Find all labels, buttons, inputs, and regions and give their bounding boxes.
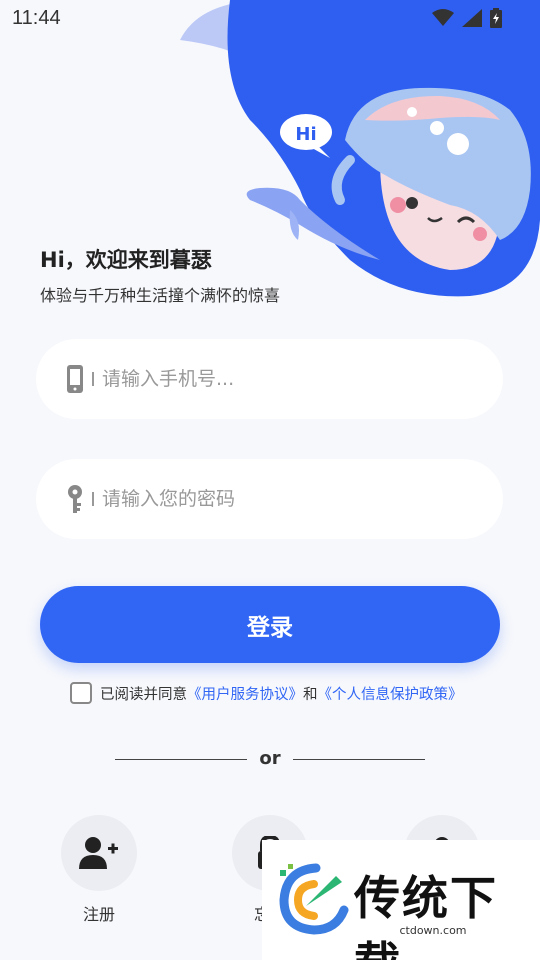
status-time: 11:44 xyxy=(12,7,61,29)
user-agreement-link[interactable]: 《用户服务协议》 xyxy=(187,683,303,704)
register-label: 注册 xyxy=(82,905,115,924)
input-caret xyxy=(92,372,94,386)
password-input[interactable] xyxy=(102,488,442,510)
divider-line-right xyxy=(293,759,425,760)
jellyfish-illustration: Hi xyxy=(180,0,540,297)
register-action[interactable]: 注册 xyxy=(61,815,137,925)
greeting-title: Hi，欢迎来到暮瑟 xyxy=(40,248,212,272)
agreement-conjunction: 和 xyxy=(303,686,318,703)
watermark: 传统下载 ctdown.com xyxy=(262,840,540,960)
battery-icon xyxy=(490,8,502,28)
phone-icon xyxy=(66,365,84,393)
status-icons xyxy=(432,8,502,28)
watermark-logo-icon xyxy=(279,863,349,935)
input-caret xyxy=(92,492,94,506)
login-button[interactable]: 登录 xyxy=(40,586,500,663)
signal-icon xyxy=(462,9,482,27)
phone-field[interactable] xyxy=(36,339,503,419)
privacy-policy-link[interactable]: 《个人信息保护政策》 xyxy=(318,683,463,704)
watermark-title: 传统下载 xyxy=(354,871,498,960)
agreement-row: 已阅读并同意 《用户服务协议》 和 《个人信息保护政策》 xyxy=(70,682,463,704)
add-user-icon xyxy=(79,837,118,869)
password-field[interactable] xyxy=(36,459,503,539)
agreement-checkbox[interactable] xyxy=(70,682,92,704)
svg-text:Hi: Hi xyxy=(295,124,316,145)
phone-input[interactable] xyxy=(102,368,442,390)
or-divider: or xyxy=(0,748,540,772)
status-bar: 11:44 xyxy=(0,0,540,36)
agreement-prefix: 已阅读并同意 xyxy=(100,686,187,703)
key-icon xyxy=(66,485,84,513)
watermark-url: ctdown.com xyxy=(399,924,467,937)
or-text: or xyxy=(259,748,281,769)
wifi-icon xyxy=(432,9,454,26)
greeting-subtitle: 体验与千万种生活撞个满怀的惊喜 xyxy=(40,286,281,305)
register-button[interactable] xyxy=(61,815,137,891)
